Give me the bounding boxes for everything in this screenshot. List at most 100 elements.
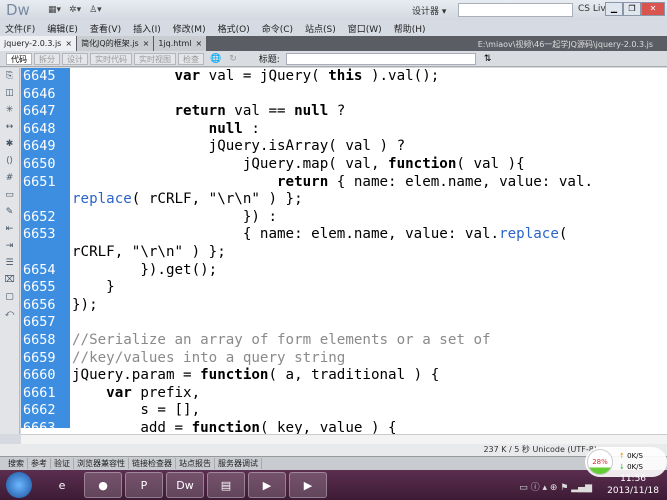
line-number[interactable]: 6658 — [21, 332, 70, 350]
workspace-switcher[interactable]: 设计器 ▾ — [412, 4, 446, 17]
code-line[interactable]: 6656}); — [21, 297, 593, 315]
line-text[interactable]: var val = jQuery( this ).val(); — [70, 68, 440, 86]
line-number[interactable]: 6646 — [21, 86, 70, 104]
line-number[interactable]: 6645 — [21, 68, 70, 86]
code-line[interactable]: 6649 jQuery.isArray( val ) ? — [21, 138, 593, 156]
line-text[interactable]: }).get(); — [70, 262, 217, 280]
code-line[interactable]: 6654 }).get(); — [21, 262, 593, 280]
coding-tool-icon[interactable]: ⌧ — [0, 272, 19, 289]
code-line[interactable]: 6655 } — [21, 279, 593, 297]
taskbar-ie-button[interactable]: e — [43, 472, 81, 498]
coding-tool-icon[interactable]: ⇤ — [0, 221, 19, 238]
title-input[interactable] — [285, 52, 476, 65]
menu-item[interactable]: 文件(F) — [5, 22, 35, 35]
coding-tool-icon[interactable]: ⤺ — [0, 306, 19, 323]
taskbar-dreamweaver-button[interactable]: Dw — [166, 472, 204, 498]
line-text[interactable]: return val == null ? — [70, 103, 346, 121]
design-view-button[interactable]: 设计 — [62, 52, 88, 65]
line-text[interactable]: jQuery.isArray( val ) ? — [70, 138, 405, 156]
help-search-input[interactable] — [458, 3, 573, 17]
line-number[interactable]: 6663 — [21, 420, 70, 434]
coding-tool-icon[interactable]: ✳ — [0, 102, 19, 119]
network-monitor-widget[interactable]: 28% ↑ 0K/S ↓ 0K/S — [585, 447, 667, 477]
code-editor[interactable]: 6645 var val = jQuery( this ).val(); 6646… — [21, 68, 667, 434]
menu-item[interactable]: 修改(M) — [173, 22, 206, 35]
code-content[interactable]: 6645 var val = jQuery( this ).val(); 6646… — [21, 68, 593, 434]
refresh-icon[interactable]: ↻ — [229, 54, 237, 64]
coding-tool-icon[interactable]: # — [0, 170, 19, 187]
panel-tab[interactable]: 浏览器兼容性 — [74, 458, 129, 469]
panel-tab[interactable]: 服务器调试 — [215, 458, 262, 469]
line-number[interactable]: 6650 — [21, 156, 70, 174]
panel-tab[interactable]: 验证 — [51, 458, 74, 469]
system-tray[interactable]: ▭ ⓘ ▴ ⊕ ⚑ ▂▄▆ — [519, 480, 592, 493]
line-text[interactable]: return { name: elem.name, value: val. — [70, 174, 593, 192]
site-menu-icon[interactable]: ♙▾ — [89, 5, 102, 15]
coding-tool-icon[interactable]: ✱ — [0, 136, 19, 153]
menu-item[interactable]: 编辑(E) — [47, 22, 78, 35]
code-line[interactable]: 6653 { name: elem.name, value: val.repla… — [21, 226, 593, 244]
line-text[interactable] — [70, 86, 72, 104]
start-button[interactable] — [6, 472, 32, 498]
layout-menu-icon[interactable]: ▦▾ — [48, 5, 61, 15]
line-number[interactable]: 6656 — [21, 297, 70, 315]
menu-item[interactable]: 帮助(H) — [394, 22, 426, 35]
line-number[interactable] — [21, 244, 70, 262]
line-number[interactable]: 6660 — [21, 367, 70, 385]
line-text[interactable]: rCRLF, "\r\n" ) }; — [70, 244, 226, 262]
code-line[interactable]: 6645 var val = jQuery( this ).val(); — [21, 68, 593, 86]
line-number[interactable]: 6655 — [21, 279, 70, 297]
menu-item[interactable]: 站点(S) — [305, 22, 336, 35]
taskbar-terminal-button[interactable]: ▶ — [248, 472, 286, 498]
code-line[interactable]: 6646 — [21, 86, 593, 104]
coding-tool-icon[interactable]: ▢ — [0, 289, 19, 306]
coding-tool-icon[interactable]: ◫ — [0, 85, 19, 102]
split-view-button[interactable]: 拆分 — [34, 52, 60, 65]
line-text[interactable]: { name: elem.name, value: val.replace( — [70, 226, 568, 244]
code-line[interactable]: 6647 return val == null ? — [21, 103, 593, 121]
code-line[interactable]: 6657 — [21, 314, 593, 332]
code-line[interactable]: 6658//Serialize an array of form element… — [21, 332, 593, 350]
close-icon[interactable]: ✕ — [641, 2, 665, 16]
line-text[interactable]: //Serialize an array of form elements or… — [70, 332, 491, 350]
line-number[interactable]: 6652 — [21, 209, 70, 227]
code-line[interactable]: 6651 return { name: elem.name, value: va… — [21, 174, 593, 192]
code-view-button[interactable]: 代码 — [6, 52, 32, 65]
menu-item[interactable]: 窗口(W) — [348, 22, 382, 35]
code-line[interactable]: replace( rCRLF, "\r\n" ) }; — [21, 191, 593, 209]
line-number[interactable]: 6651 — [21, 174, 70, 192]
line-text[interactable]: var prefix, — [70, 385, 200, 403]
line-text[interactable]: jQuery.map( val, function( val ){ — [70, 156, 525, 174]
line-text[interactable]: replace( rCRLF, "\r\n" ) }; — [70, 191, 303, 209]
taskbar-powerpoint-button[interactable]: P — [125, 472, 163, 498]
line-text[interactable]: jQuery.param = function( a, traditional … — [70, 367, 439, 385]
code-line[interactable]: 6661 var prefix, — [21, 385, 593, 403]
panel-tab[interactable]: 参考 — [28, 458, 51, 469]
code-line[interactable]: 6662 s = [], — [21, 402, 593, 420]
inspect-button[interactable]: 检查 — [178, 52, 204, 65]
code-line[interactable]: 6648 null : — [21, 121, 593, 139]
coding-tool-icon[interactable]: ▭ — [0, 187, 19, 204]
code-line[interactable]: 6660 jQuery.param = function( a, traditio… — [21, 367, 593, 385]
code-line[interactable]: rCRLF, "\r\n" ) }; — [21, 244, 593, 262]
document-tab[interactable]: 1jq.html × — [154, 36, 207, 51]
live-code-button[interactable]: 实时代码 — [90, 52, 132, 65]
menu-item[interactable]: 查看(V) — [90, 22, 121, 35]
globe-icon[interactable]: 🌐 — [210, 54, 221, 64]
line-text[interactable]: }) : — [70, 209, 277, 227]
line-text[interactable]: } — [70, 279, 115, 297]
file-management-icon[interactable]: ⇅ — [484, 54, 492, 64]
line-number[interactable]: 6659 — [21, 350, 70, 368]
extend-menu-icon[interactable]: ✲▾ — [69, 5, 81, 15]
code-line[interactable]: 6652 }) : — [21, 209, 593, 227]
line-text[interactable]: }); — [70, 297, 98, 315]
line-number[interactable] — [21, 191, 70, 209]
coding-tool-icon[interactable]: ⇥ — [0, 238, 19, 255]
line-number[interactable]: 6661 — [21, 385, 70, 403]
close-tab-icon[interactable]: × — [65, 39, 72, 48]
line-number[interactable]: 6653 — [21, 226, 70, 244]
line-text[interactable]: //key/values into a query string — [70, 350, 345, 368]
close-tab-icon[interactable]: × — [143, 39, 150, 48]
live-view-button[interactable]: 实时视图 — [134, 52, 176, 65]
line-number[interactable]: 6654 — [21, 262, 70, 280]
